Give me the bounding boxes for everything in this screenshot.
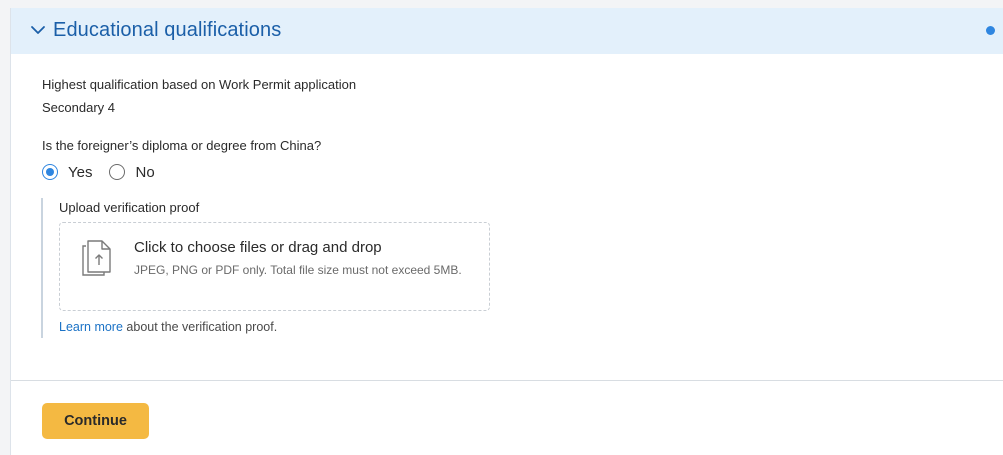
radio-no[interactable] (109, 164, 126, 180)
file-dropzone[interactable]: Click to choose files or drag and drop J… (59, 222, 490, 311)
section-header[interactable]: Educational qualifications (11, 8, 1003, 54)
continue-button[interactable]: Continue (42, 403, 149, 439)
qualification-label: Highest qualification based on Work Perm… (42, 77, 357, 92)
file-upload-icon (82, 240, 111, 276)
radio-yes-label: Yes (68, 163, 93, 181)
learn-more-suffix: about the verification proof. (122, 320, 278, 334)
radio-group: Yes No (42, 161, 155, 183)
radio-option-no[interactable]: No (109, 163, 155, 181)
chevron-down-icon[interactable] (30, 22, 46, 38)
application-card: Educational qualifications Highest quali… (10, 8, 1003, 455)
radio-option-yes[interactable]: Yes (42, 164, 92, 181)
question-label: Is the foreigner’s diploma or degree fro… (42, 138, 322, 153)
learn-more-link[interactable]: Learn more (59, 320, 123, 334)
status-dot-icon (986, 26, 995, 35)
radio-no-label: No (135, 163, 155, 181)
dropzone-title: Click to choose files or drag and drop (134, 239, 382, 256)
section-title: Educational qualifications (53, 19, 282, 41)
upload-block: Upload verification proof Click to choos… (41, 198, 513, 338)
upload-label: Upload verification proof (59, 200, 200, 215)
radio-yes[interactable] (42, 164, 58, 180)
divider (11, 380, 1003, 381)
dropzone-hint: JPEG, PNG or PDF only. Total file size m… (134, 263, 462, 277)
learn-more-row: Learn more about the verification proof. (59, 320, 277, 334)
qualification-value: Secondary 4 (42, 100, 115, 115)
